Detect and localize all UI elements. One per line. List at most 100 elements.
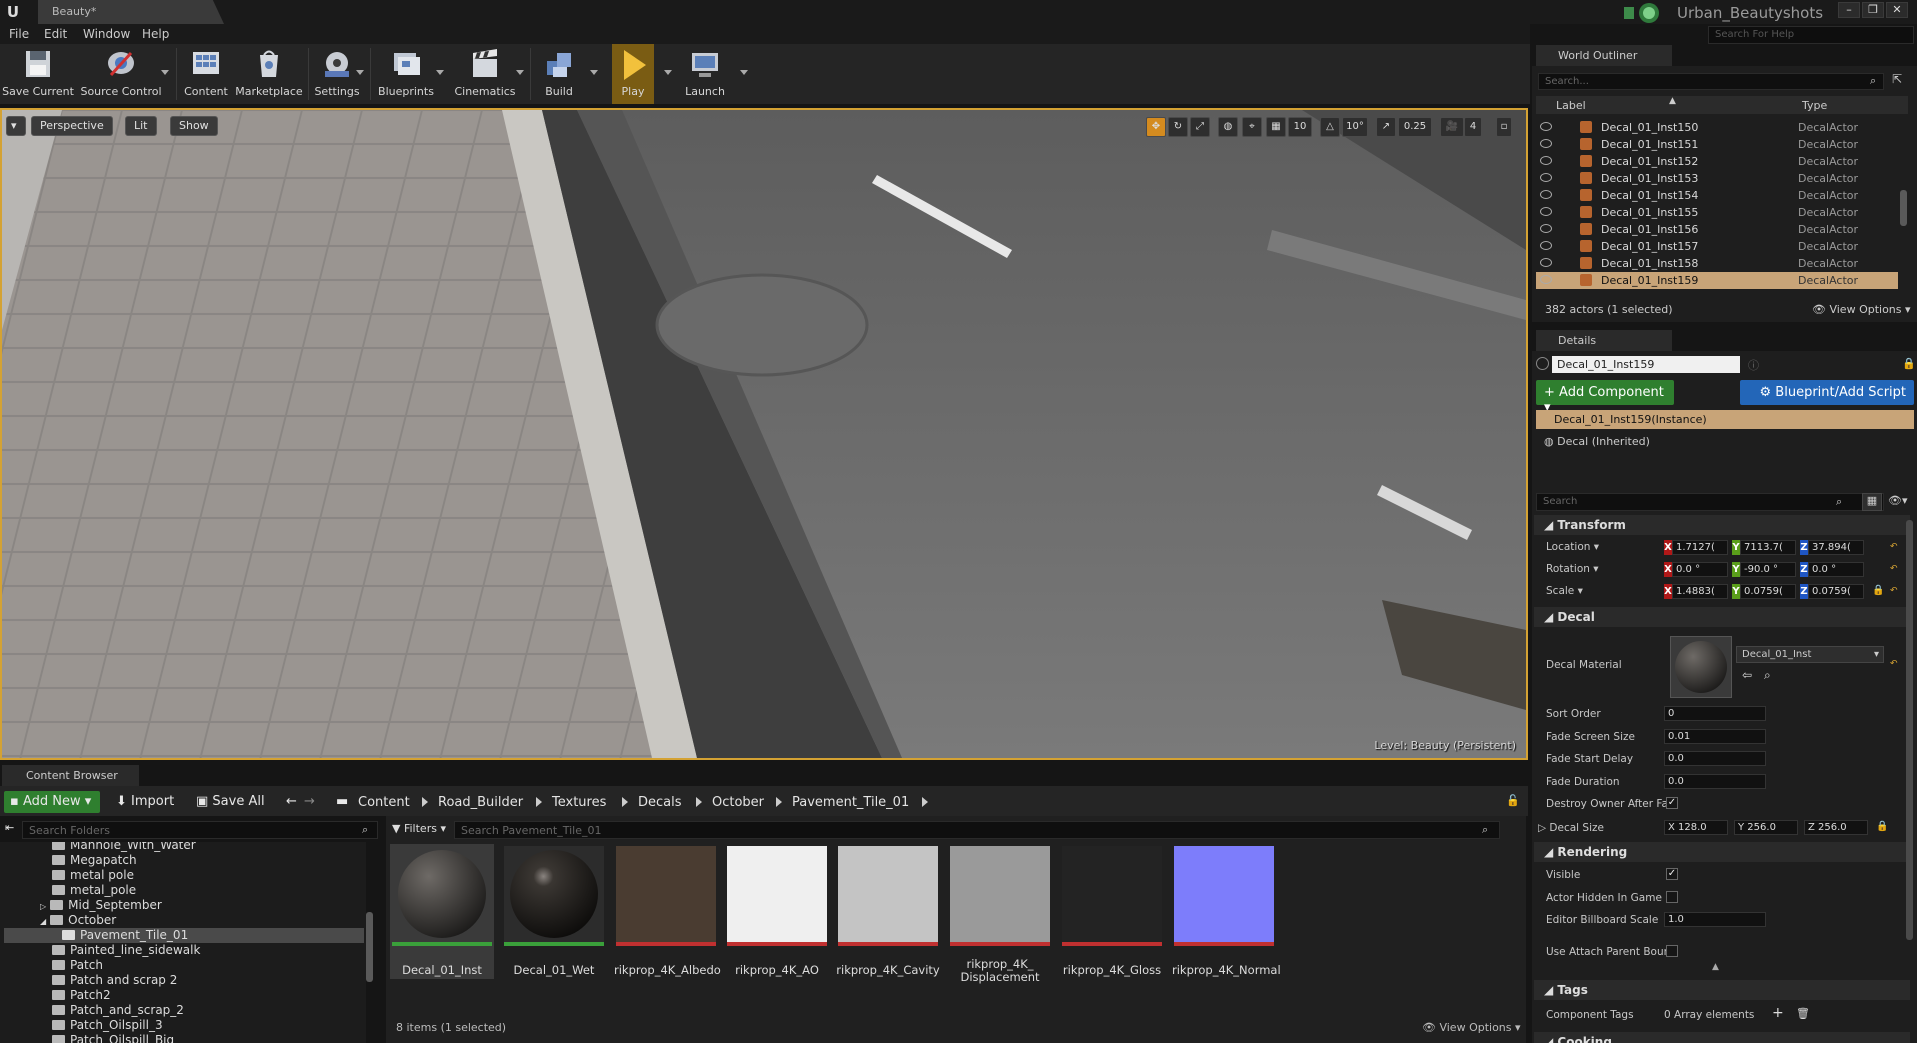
delete-elements-icon[interactable]: 🗑	[1796, 1007, 1810, 1020]
breadcrumb-item[interactable]: Road_Builder	[438, 795, 523, 810]
editor-billboard-scale-field[interactable]: 1.0	[1664, 912, 1766, 927]
blueprints-button[interactable]: Blueprints	[374, 44, 438, 104]
rotation-y-field[interactable]: -90.0 °	[1740, 562, 1796, 577]
visibility-eye-icon[interactable]	[1540, 156, 1552, 165]
build-button[interactable]: Build	[532, 44, 586, 104]
breadcrumb-item[interactable]: Textures	[552, 795, 606, 810]
visibility-eye-icon[interactable]	[1540, 190, 1552, 199]
asset-search-input[interactable]: Search Pavement_Tile_01	[454, 821, 1500, 839]
minimize-button[interactable]: –	[1838, 2, 1860, 18]
fade-duration-field[interactable]: 0.0	[1664, 774, 1766, 789]
outliner-row[interactable]: Decal_01_Inst155 DecalActor	[1536, 204, 1898, 221]
lit-button[interactable]: Lit	[125, 116, 157, 136]
translate-tool-icon[interactable]: ✥	[1146, 117, 1166, 137]
outliner-row[interactable]: Decal_01_Inst157 DecalActor	[1536, 238, 1898, 255]
filters-button[interactable]: ▼ Filters ▾	[392, 822, 446, 840]
component-instance-row[interactable]: Decal_01_Inst159(Instance)	[1536, 410, 1914, 429]
visibility-eye-icon[interactable]	[1540, 139, 1552, 148]
outliner-row[interactable]: Decal_01_Inst158 DecalActor	[1536, 255, 1898, 272]
play-dropdown-icon[interactable]	[664, 70, 672, 75]
details-visibility-icon[interactable]: 👁▾	[1888, 494, 1908, 507]
actor-hidden-in-game-checkbox[interactable]	[1666, 891, 1678, 903]
cooking-section-header[interactable]: ◢ Cooking	[1534, 1032, 1910, 1043]
tree-folder[interactable]: Patch2	[52, 988, 111, 1003]
toggle-sources-icon[interactable]: ⇤	[2, 820, 17, 842]
save-all-button[interactable]: ▣ Save All	[190, 791, 271, 813]
tree-folder[interactable]: Manhole_With_Water	[52, 842, 196, 853]
menu-file[interactable]: File	[9, 27, 29, 41]
tree-folder[interactable]: ▷ Mid_September	[40, 898, 162, 913]
cinematics-button[interactable]: Cinematics	[450, 44, 520, 104]
asset-tile[interactable]: rikprop_4K_AO	[725, 844, 829, 979]
property-matrix-icon[interactable]: ▦	[1862, 493, 1882, 511]
save-current-button[interactable]: Save Current	[2, 44, 74, 104]
cb-view-options-button[interactable]: 👁 View Options ▾	[1422, 1021, 1521, 1034]
reset-scale-icon[interactable]: ↶	[1890, 586, 1898, 596]
folder-tree-scrollbar[interactable]	[366, 912, 373, 982]
rotation-snap-value[interactable]: 10°	[1342, 117, 1368, 137]
camera-speed-value[interactable]: 4	[1464, 117, 1482, 137]
decal-material-dropdown[interactable]: Decal_01_Inst ▾	[1736, 646, 1884, 663]
help-search-input[interactable]: Search For Help	[1708, 26, 1914, 44]
decal-size-x-field[interactable]: X 128.0	[1664, 820, 1728, 835]
location-x-field[interactable]: 1.7127(	[1672, 540, 1728, 555]
visibility-eye-icon[interactable]	[1540, 275, 1552, 284]
build-dropdown-icon[interactable]	[590, 70, 598, 75]
content-button[interactable]: Content	[180, 44, 232, 104]
reset-location-icon[interactable]: ↶	[1890, 542, 1898, 552]
outliner-row[interactable]: Decal_01_Inst152 DecalActor	[1536, 153, 1898, 170]
rendering-section-header[interactable]: ◢ Rendering	[1534, 842, 1910, 862]
decal-size-label[interactable]: ▷ Decal Size	[1538, 822, 1604, 834]
asset-tile[interactable]: Decal_01_Inst	[390, 844, 494, 979]
outliner-row[interactable]: Decal_01_Inst154 DecalActor	[1536, 187, 1898, 204]
outliner-row[interactable]: Decal_01_Inst151 DecalActor	[1536, 136, 1898, 153]
menu-window[interactable]: Window	[83, 27, 130, 41]
details-tab[interactable]: Details	[1536, 330, 1672, 351]
viewport-options-button[interactable]: ▾	[6, 116, 26, 136]
decal-section-header[interactable]: ◢ Decal	[1534, 607, 1910, 627]
maximize-viewport-icon[interactable]: ▫	[1496, 117, 1512, 137]
menu-edit[interactable]: Edit	[44, 27, 67, 41]
surface-snap-icon[interactable]: ⌖	[1242, 117, 1262, 137]
grid-snap-icon[interactable]: ▦	[1266, 117, 1286, 137]
scale-label[interactable]: Scale ▾	[1546, 585, 1583, 597]
rotation-x-field[interactable]: 0.0 °	[1672, 562, 1728, 577]
breadcrumb-separator-icon[interactable]	[422, 797, 428, 807]
transform-section-header[interactable]: ◢ Transform	[1534, 515, 1910, 535]
scale-x-field[interactable]: 1.4883(	[1672, 584, 1728, 599]
grid-snap-value[interactable]: 10	[1288, 117, 1312, 137]
add-element-icon[interactable]: +	[1772, 1005, 1784, 1021]
unreal-logo-icon[interactable]: U	[4, 2, 22, 22]
destroy-owner-checkbox[interactable]: ✓	[1666, 797, 1678, 809]
location-z-field[interactable]: 37.894(	[1808, 540, 1864, 555]
rotation-z-field[interactable]: 0.0 °	[1808, 562, 1864, 577]
settings-dropdown-icon[interactable]	[356, 70, 364, 75]
tags-section-header[interactable]: ◢ Tags	[1534, 980, 1910, 1000]
outliner-options-icon[interactable]: ⇱	[1892, 72, 1902, 86]
details-scrollbar[interactable]	[1906, 520, 1913, 940]
outliner-row[interactable]: Decal_01_Inst150 DecalActor	[1536, 119, 1898, 136]
breadcrumb-item[interactable]: October	[712, 795, 764, 810]
visibility-eye-icon[interactable]	[1540, 224, 1552, 233]
col-label-header[interactable]: Label	[1556, 99, 1586, 112]
launch-button[interactable]: Launch	[680, 44, 730, 104]
breadcrumb-separator-icon[interactable]	[776, 797, 782, 807]
tree-folder[interactable]: metal_pole	[52, 883, 136, 898]
perspective-button[interactable]: Perspective	[31, 116, 113, 136]
scale-snap-value[interactable]: 0.25	[1398, 117, 1432, 137]
visible-checkbox[interactable]: ✓	[1666, 868, 1678, 880]
outliner-view-options-button[interactable]: 👁 View Options ▾	[1812, 303, 1911, 316]
lock-details-icon[interactable]: 🔒	[1902, 357, 1916, 370]
tree-folder-selected[interactable]: Pavement_Tile_01	[4, 928, 364, 943]
tree-folder[interactable]: Patch_Oilspill_3	[52, 1018, 163, 1033]
add-component-button[interactable]: + Add Component ▾	[1536, 380, 1674, 415]
collapse-arrow-icon[interactable]: ◢	[40, 917, 46, 926]
asset-tile[interactable]: Decal_01_Wet	[502, 844, 606, 979]
breadcrumb-item[interactable]: Pavement_Tile_01	[792, 795, 909, 810]
location-y-field[interactable]: 7113.7(	[1740, 540, 1796, 555]
camera-speed-icon[interactable]: 🎥	[1440, 117, 1464, 137]
sort-ascending-icon[interactable]: ▲	[1669, 96, 1676, 106]
expand-arrow-icon[interactable]: ▷	[40, 902, 46, 911]
visibility-eye-icon[interactable]	[1540, 258, 1552, 267]
forward-arrow-icon[interactable]: →	[298, 791, 321, 813]
